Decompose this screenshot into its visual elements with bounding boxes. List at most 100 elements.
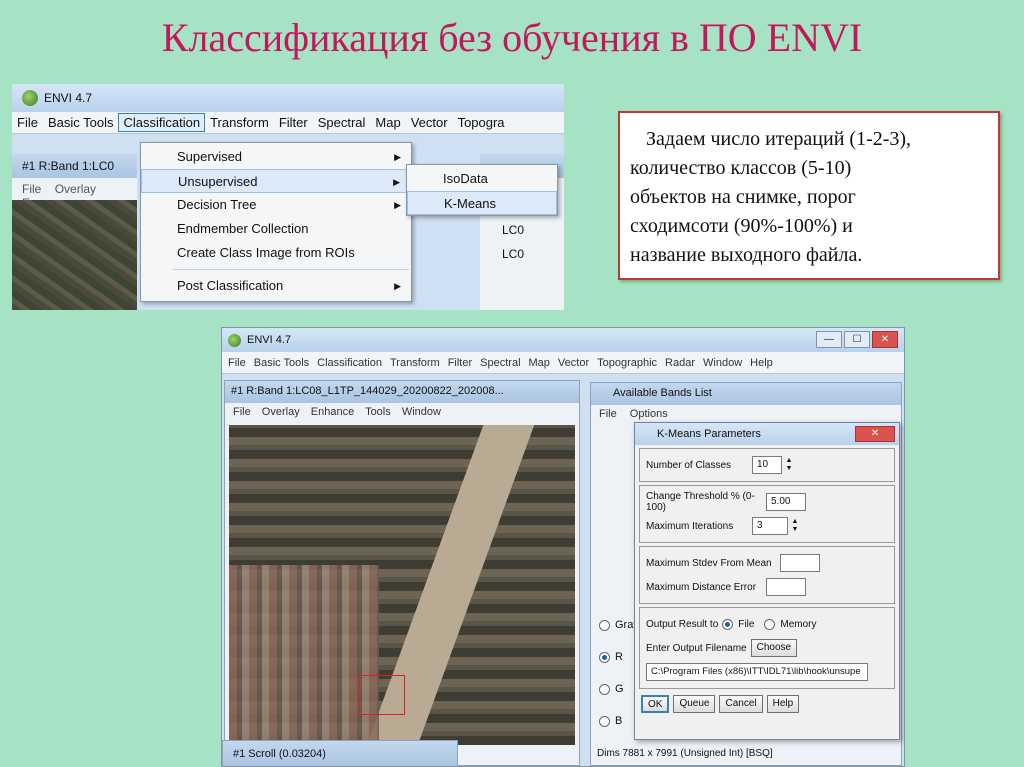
menu-item-post-classification[interactable]: Post Classification ▶ <box>141 274 411 298</box>
menu-vector[interactable]: Vector <box>558 357 589 369</box>
max-distance-label: Maximum Distance Error <box>646 581 757 593</box>
close-icon[interactable]: ✕ <box>855 426 895 442</box>
scroll-window-title[interactable]: #1 Scroll (0.03204) <box>222 740 458 766</box>
max-iterations-input[interactable]: 3 <box>752 517 788 535</box>
submenu-arrow-icon: ▶ <box>394 152 401 162</box>
menu-file[interactable]: File <box>12 115 43 130</box>
stdev-group: Maximum Stdev From Mean Maximum Distance… <box>639 546 895 604</box>
menu-topographic[interactable]: Topographic <box>597 357 657 369</box>
menu-classification[interactable]: Classification <box>118 113 206 132</box>
menu-help[interactable]: Help <box>750 357 773 369</box>
radio-selected-icon <box>599 651 610 663</box>
bands-menu-options[interactable]: Options <box>630 408 668 420</box>
menu-transform[interactable]: Transform <box>390 357 440 369</box>
menu-filter[interactable]: Filter <box>274 115 313 130</box>
zoom-box[interactable] <box>359 675 405 715</box>
menu-item-label: Endmember Collection <box>177 221 309 236</box>
radio-gray[interactable]: Gray <box>599 609 639 641</box>
menu-basic-tools[interactable]: Basic Tools <box>43 115 119 130</box>
menu-item-unsupervised[interactable]: Unsupervised ▶ <box>141 169 411 193</box>
window-controls: — ☐ ✕ <box>814 331 898 348</box>
spinner-icon[interactable]: ▲ ▼ <box>790 518 800 534</box>
radio-icon <box>599 715 610 727</box>
help-button[interactable]: Help <box>766 695 800 713</box>
menu-map[interactable]: Map <box>370 115 405 130</box>
menu-topographic[interactable]: Topogra <box>453 115 510 130</box>
menu-filter[interactable]: Filter <box>448 357 472 369</box>
radio-file-icon[interactable] <box>722 618 734 630</box>
max-stdev-input[interactable] <box>780 554 820 572</box>
image-menu-enhance[interactable]: Enhance <box>311 406 354 418</box>
radio-icon <box>599 683 610 695</box>
queue-button[interactable]: Queue <box>673 695 716 713</box>
envi-logo-icon <box>22 90 38 106</box>
menu-classification[interactable]: Classification <box>317 357 382 369</box>
menu-item-label: Create Class Image from ROIs <box>177 245 355 260</box>
threshold-label: Change Threshold % (0-100) <box>646 491 755 513</box>
dims-readout: Dims 7881 x 7991 (Unsigned Int) [BSQ] <box>597 748 773 759</box>
submenu-arrow-icon: ▶ <box>394 200 401 210</box>
image-menu-file[interactable]: File <box>233 406 251 418</box>
envi-menubar: File Basic Tools Classification Transfor… <box>12 112 564 134</box>
menu-map[interactable]: Map <box>529 357 550 369</box>
max-iterations-label: Maximum Iterations <box>646 520 734 532</box>
envi-app-title: ENVI 4.7 <box>44 91 93 105</box>
bands-menu-file[interactable]: File <box>599 408 617 420</box>
choose-button[interactable]: Choose <box>750 639 798 657</box>
radio-r[interactable]: R <box>599 641 639 673</box>
image-menu-tools[interactable]: Tools <box>365 406 391 418</box>
urban-area <box>229 565 379 745</box>
menu-item-supervised[interactable]: Supervised ▶ <box>141 145 411 169</box>
image-menu-overlay[interactable]: Overlay <box>55 182 96 196</box>
radio-g[interactable]: G <box>599 673 639 705</box>
image-window-title: #1 R:Band 1:LC0 <box>12 154 137 178</box>
cancel-button[interactable]: Cancel <box>719 695 763 713</box>
maximize-icon[interactable]: ☐ <box>844 331 870 348</box>
menu-spectral[interactable]: Spectral <box>313 115 371 130</box>
output-group: Output Result to File Memory Enter Outpu… <box>639 607 895 689</box>
image-menu-file[interactable]: File <box>22 182 41 196</box>
menu-spectral[interactable]: Spectral <box>480 357 520 369</box>
image-menu-window[interactable]: Window <box>402 406 441 418</box>
menu-radar[interactable]: Radar <box>665 357 695 369</box>
note-line: объектов на снимке, порог <box>630 186 856 208</box>
output-file-label: File <box>738 618 755 630</box>
image-menu-overlay[interactable]: Overlay <box>262 406 300 418</box>
num-classes-label: Number of Classes <box>646 459 732 471</box>
dialog-buttons: OK Queue Cancel Help <box>635 692 899 716</box>
max-distance-input[interactable] <box>766 578 806 596</box>
submenu-item-kmeans[interactable]: K-Means <box>407 191 557 215</box>
radio-icon <box>599 619 610 631</box>
submenu-item-isodata[interactable]: IsoData <box>407 167 557 191</box>
num-classes-input[interactable]: 10 <box>752 456 782 474</box>
tree-item-lc0[interactable]: LC0 <box>502 242 564 266</box>
max-stdev-label: Maximum Stdev From Mean <box>646 557 772 569</box>
radio-memory-icon[interactable] <box>764 618 776 630</box>
ok-button[interactable]: OK <box>641 695 670 713</box>
menu-basic-tools[interactable]: Basic Tools <box>254 357 309 369</box>
menu-item-decision-tree[interactable]: Decision Tree ▶ <box>141 193 411 217</box>
radio-label: R <box>615 651 623 663</box>
menu-item-endmember-collection[interactable]: Endmember Collection <box>141 217 411 241</box>
minimize-icon[interactable]: — <box>816 331 842 348</box>
instruction-note: Задаем число итераций (1-2-3), количеств… <box>618 111 1000 280</box>
menu-item-create-class-image[interactable]: Create Class Image from ROIs <box>141 241 411 265</box>
menu-item-label: Decision Tree <box>177 197 257 212</box>
classification-dropdown: Supervised ▶ Unsupervised ▶ Decision Tre… <box>140 142 412 302</box>
menu-transform[interactable]: Transform <box>205 115 274 130</box>
output-filename-label: Enter Output Filename <box>646 642 747 654</box>
menu-file[interactable]: File <box>228 357 246 369</box>
satellite-image <box>12 200 137 310</box>
radio-b[interactable]: B <box>599 705 639 737</box>
output-path-input[interactable]: C:\Program Files (x86)\ITT\IDL71\lib\hoo… <box>646 663 868 681</box>
close-icon[interactable]: ✕ <box>872 331 898 348</box>
bands-window-title: Available Bands List <box>591 383 901 405</box>
threshold-input[interactable]: 5.00 <box>766 493 806 511</box>
menu-vector[interactable]: Vector <box>406 115 453 130</box>
spinner-icon[interactable]: ▲ ▼ <box>784 457 794 473</box>
tree-item-lc0[interactable]: LC0 <box>502 218 564 242</box>
menu-window[interactable]: Window <box>703 357 742 369</box>
menu-item-label: Unsupervised <box>178 174 258 189</box>
radio-label: G <box>615 683 624 695</box>
kmeans-parameters-dialog: K-Means Parameters ✕ Number of Classes 1… <box>634 422 900 740</box>
